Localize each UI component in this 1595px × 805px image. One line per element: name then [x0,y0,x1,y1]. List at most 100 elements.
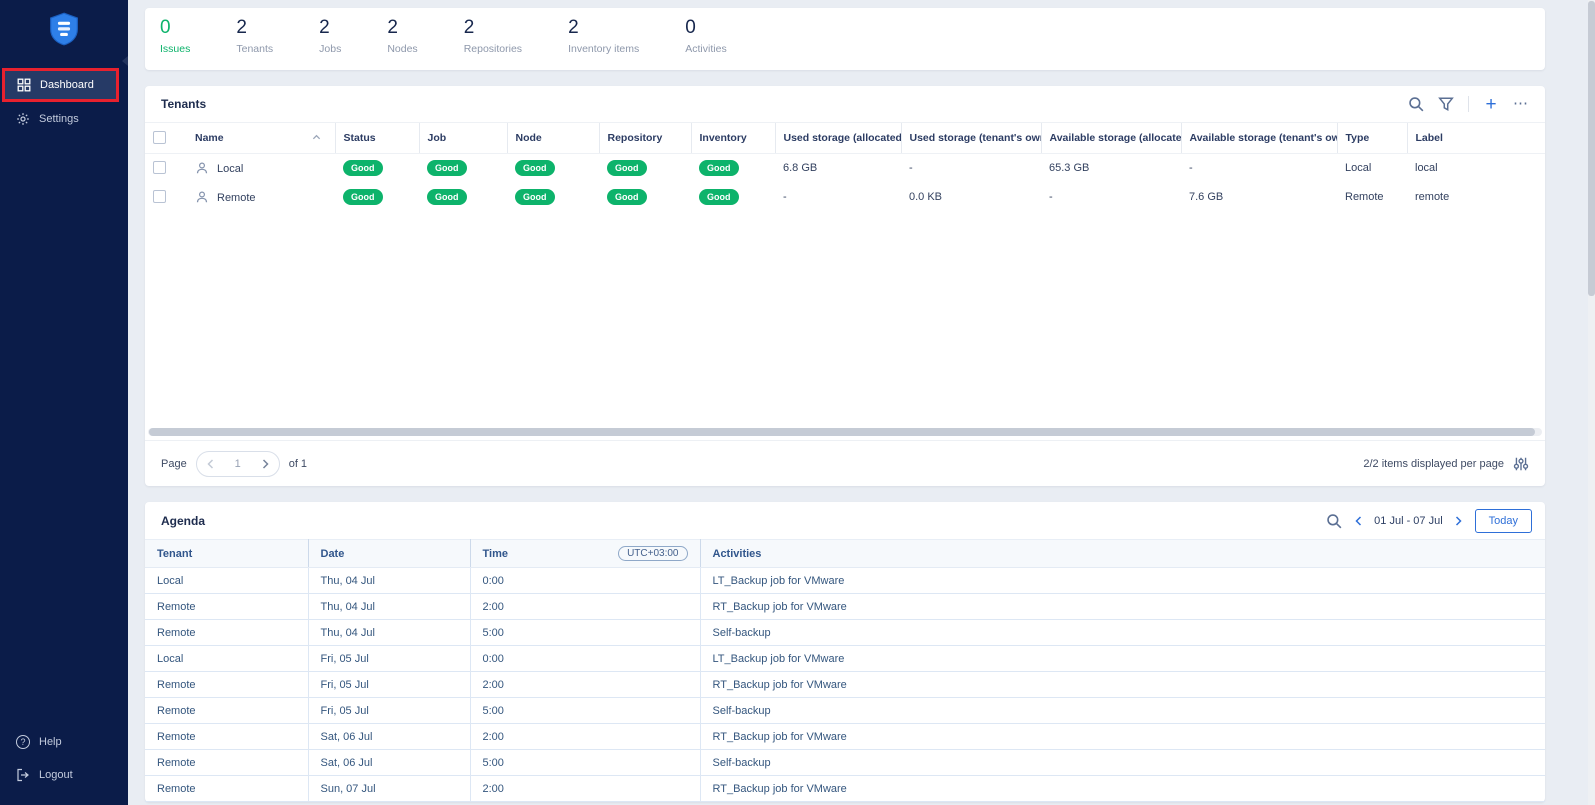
agenda-table: Tenant Date Time UTC+03:00 Activities Lo… [145,539,1545,802]
chevron-right-icon[interactable] [259,458,271,470]
agenda-row[interactable]: Remote Thu, 04 Jul 5:00 Self-backup [145,620,1545,646]
repository-cell: Good [599,182,691,211]
label-cell: local [1407,153,1545,182]
agenda-row[interactable]: Remote Fri, 05 Jul 5:00 Self-backup [145,698,1545,724]
date-range-label: 01 Jul - 07 Jul [1374,515,1442,527]
per-page-settings-icon[interactable] [1513,456,1529,472]
available_own-cell: 7.6 GB [1181,182,1337,211]
used_own-cell: - [901,153,1041,182]
agenda-activity-cell: Self-backup [700,698,1545,724]
chevron-left-icon[interactable] [205,458,217,470]
tenant-name-cell: Remote [187,182,335,211]
agenda-time-cell: 2:00 [470,672,700,698]
col-status[interactable]: Status [335,123,419,153]
sidebar-item-label: Help [39,736,62,748]
used_allocated-cell: - [775,182,901,211]
page-number-input[interactable]: 1 [217,458,259,470]
vertical-scrollbar [1588,0,1595,805]
tenant-row[interactable]: LocalGoodGoodGoodGoodGood6.8 GB-65.3 GB-… [145,153,1545,182]
stat-inventory-items[interactable]: 2 Inventory items [568,17,639,55]
available_own-cell: - [1181,153,1337,182]
stat-issues[interactable]: 0 Issues [160,17,190,55]
sidebar-item-logout[interactable]: Logout [0,758,128,791]
next-week-chevron-icon[interactable] [1452,515,1464,527]
agenda-row[interactable]: Local Fri, 05 Jul 0:00 LT_Backup job for… [145,646,1545,672]
col-job[interactable]: Job [419,123,507,153]
sidebar-item-dashboard[interactable]: Dashboard [2,68,119,102]
agenda-header-row: Tenant Date Time UTC+03:00 Activities [145,540,1545,568]
tenant-row[interactable]: RemoteGoodGoodGoodGoodGood-0.0 KB-7.6 GB… [145,182,1545,211]
tenants-empty-area [145,211,1545,426]
col-repository[interactable]: Repository [599,123,691,153]
tenants-title: Tenants [161,97,206,111]
stat-value: 2 [387,17,417,39]
col-inventory[interactable]: Inventory [691,123,775,153]
agenda-tenant-cell: Remote [145,594,308,620]
agenda-activity-cell: Self-backup [700,620,1545,646]
agenda-row[interactable]: Remote Thu, 04 Jul 2:00 RT_Backup job fo… [145,594,1545,620]
col-label[interactable]: Label [1407,123,1545,153]
col-available-storage-allocated[interactable]: Available storage (allocated) [1041,123,1181,153]
tenant-user-icon [195,161,209,175]
tenants-header-row: Name Status Job Node Repository Inventor… [145,123,1545,153]
row-checkbox[interactable] [153,190,166,203]
available_allocated-cell: - [1041,182,1181,211]
search-icon[interactable] [1326,513,1342,529]
col-used-storage-tenant-s-own[interactable]: Used storage (tenant's own) [901,123,1041,153]
agenda-row[interactable]: Local Thu, 04 Jul 0:00 LT_Backup job for… [145,568,1545,594]
stat-activities[interactable]: 0 Activities [685,17,726,55]
sidebar-item-settings[interactable]: Settings [0,102,128,135]
stat-jobs[interactable]: 2 Jobs [319,17,341,55]
sidebar-item-label: Dashboard [40,79,94,91]
sidebar-collapse-handle[interactable] [122,56,128,66]
today-button[interactable]: Today [1475,509,1532,533]
col-available-storage-tenant-s-own[interactable]: Available storage (tenant's own) [1181,123,1337,153]
horizontal-scrollbar-thumb[interactable] [149,428,1535,436]
status-badge: Good [343,189,383,205]
agenda-row[interactable]: Remote Fri, 05 Jul 2:00 RT_Backup job fo… [145,672,1545,698]
col-type[interactable]: Type [1337,123,1407,153]
add-tenant-button[interactable]: + [1483,96,1499,112]
checkbox-cell [145,182,187,211]
agenda-tenant-cell: Local [145,568,308,594]
stat-repositories[interactable]: 2 Repositories [464,17,522,55]
select-all-checkbox[interactable] [153,131,166,144]
vertical-scrollbar-thumb[interactable] [1588,1,1595,296]
agenda-time-cell: 2:00 [470,776,700,802]
agenda-tenant-cell: Remote [145,724,308,750]
tenants-card: Tenants + ⋯ [145,86,1545,486]
search-icon[interactable] [1408,96,1424,112]
filter-funnel-icon[interactable] [1438,96,1454,112]
more-actions-icon[interactable]: ⋯ [1513,96,1529,112]
status-badge: Good [427,160,467,176]
type-cell: Local [1337,153,1407,182]
tenants-pagination: Page 1 of 1 2/2 items displayed per page [145,440,1545,486]
agenda-row[interactable]: Remote Sat, 06 Jul 2:00 RT_Backup job fo… [145,724,1545,750]
col-node[interactable]: Node [507,123,599,153]
tenant-name[interactable]: Local [217,163,243,175]
status-badge: Good [699,189,739,205]
stat-tenants[interactable]: 2 Tenants [236,17,273,55]
status-badge: Good [515,160,555,176]
stat-value: 0 [160,17,190,39]
agenda-date-cell: Fri, 05 Jul [308,646,470,672]
agenda-activity-cell: Self-backup [700,750,1545,776]
status-cell: Good [335,182,419,211]
agenda-row[interactable]: Remote Sat, 06 Jul 5:00 Self-backup [145,750,1545,776]
agenda-row[interactable]: Remote Sun, 07 Jul 2:00 RT_Backup job fo… [145,776,1545,802]
status-badge: Good [427,189,467,205]
agenda-time-cell: 5:00 [470,698,700,724]
tenants-table: Name Status Job Node Repository Inventor… [145,123,1545,211]
agenda-activity-cell: RT_Backup job for VMware [700,672,1545,698]
col-name[interactable]: Name [187,123,335,153]
tenant-name[interactable]: Remote [217,192,256,204]
main-content: 0 Issues 2 Tenants 2 Jobs 2 Nodes 2 Repo… [128,0,1595,805]
status-cell: Good [335,153,419,182]
prev-week-chevron-icon[interactable] [1353,515,1365,527]
sidebar-item-help[interactable]: ? Help [0,725,128,758]
col-used-storage-allocated[interactable]: Used storage (allocated) [775,123,901,153]
stat-label: Issues [160,43,190,55]
row-checkbox[interactable] [153,161,166,174]
stat-nodes[interactable]: 2 Nodes [387,17,417,55]
timezone-badge: UTC+03:00 [618,546,687,561]
